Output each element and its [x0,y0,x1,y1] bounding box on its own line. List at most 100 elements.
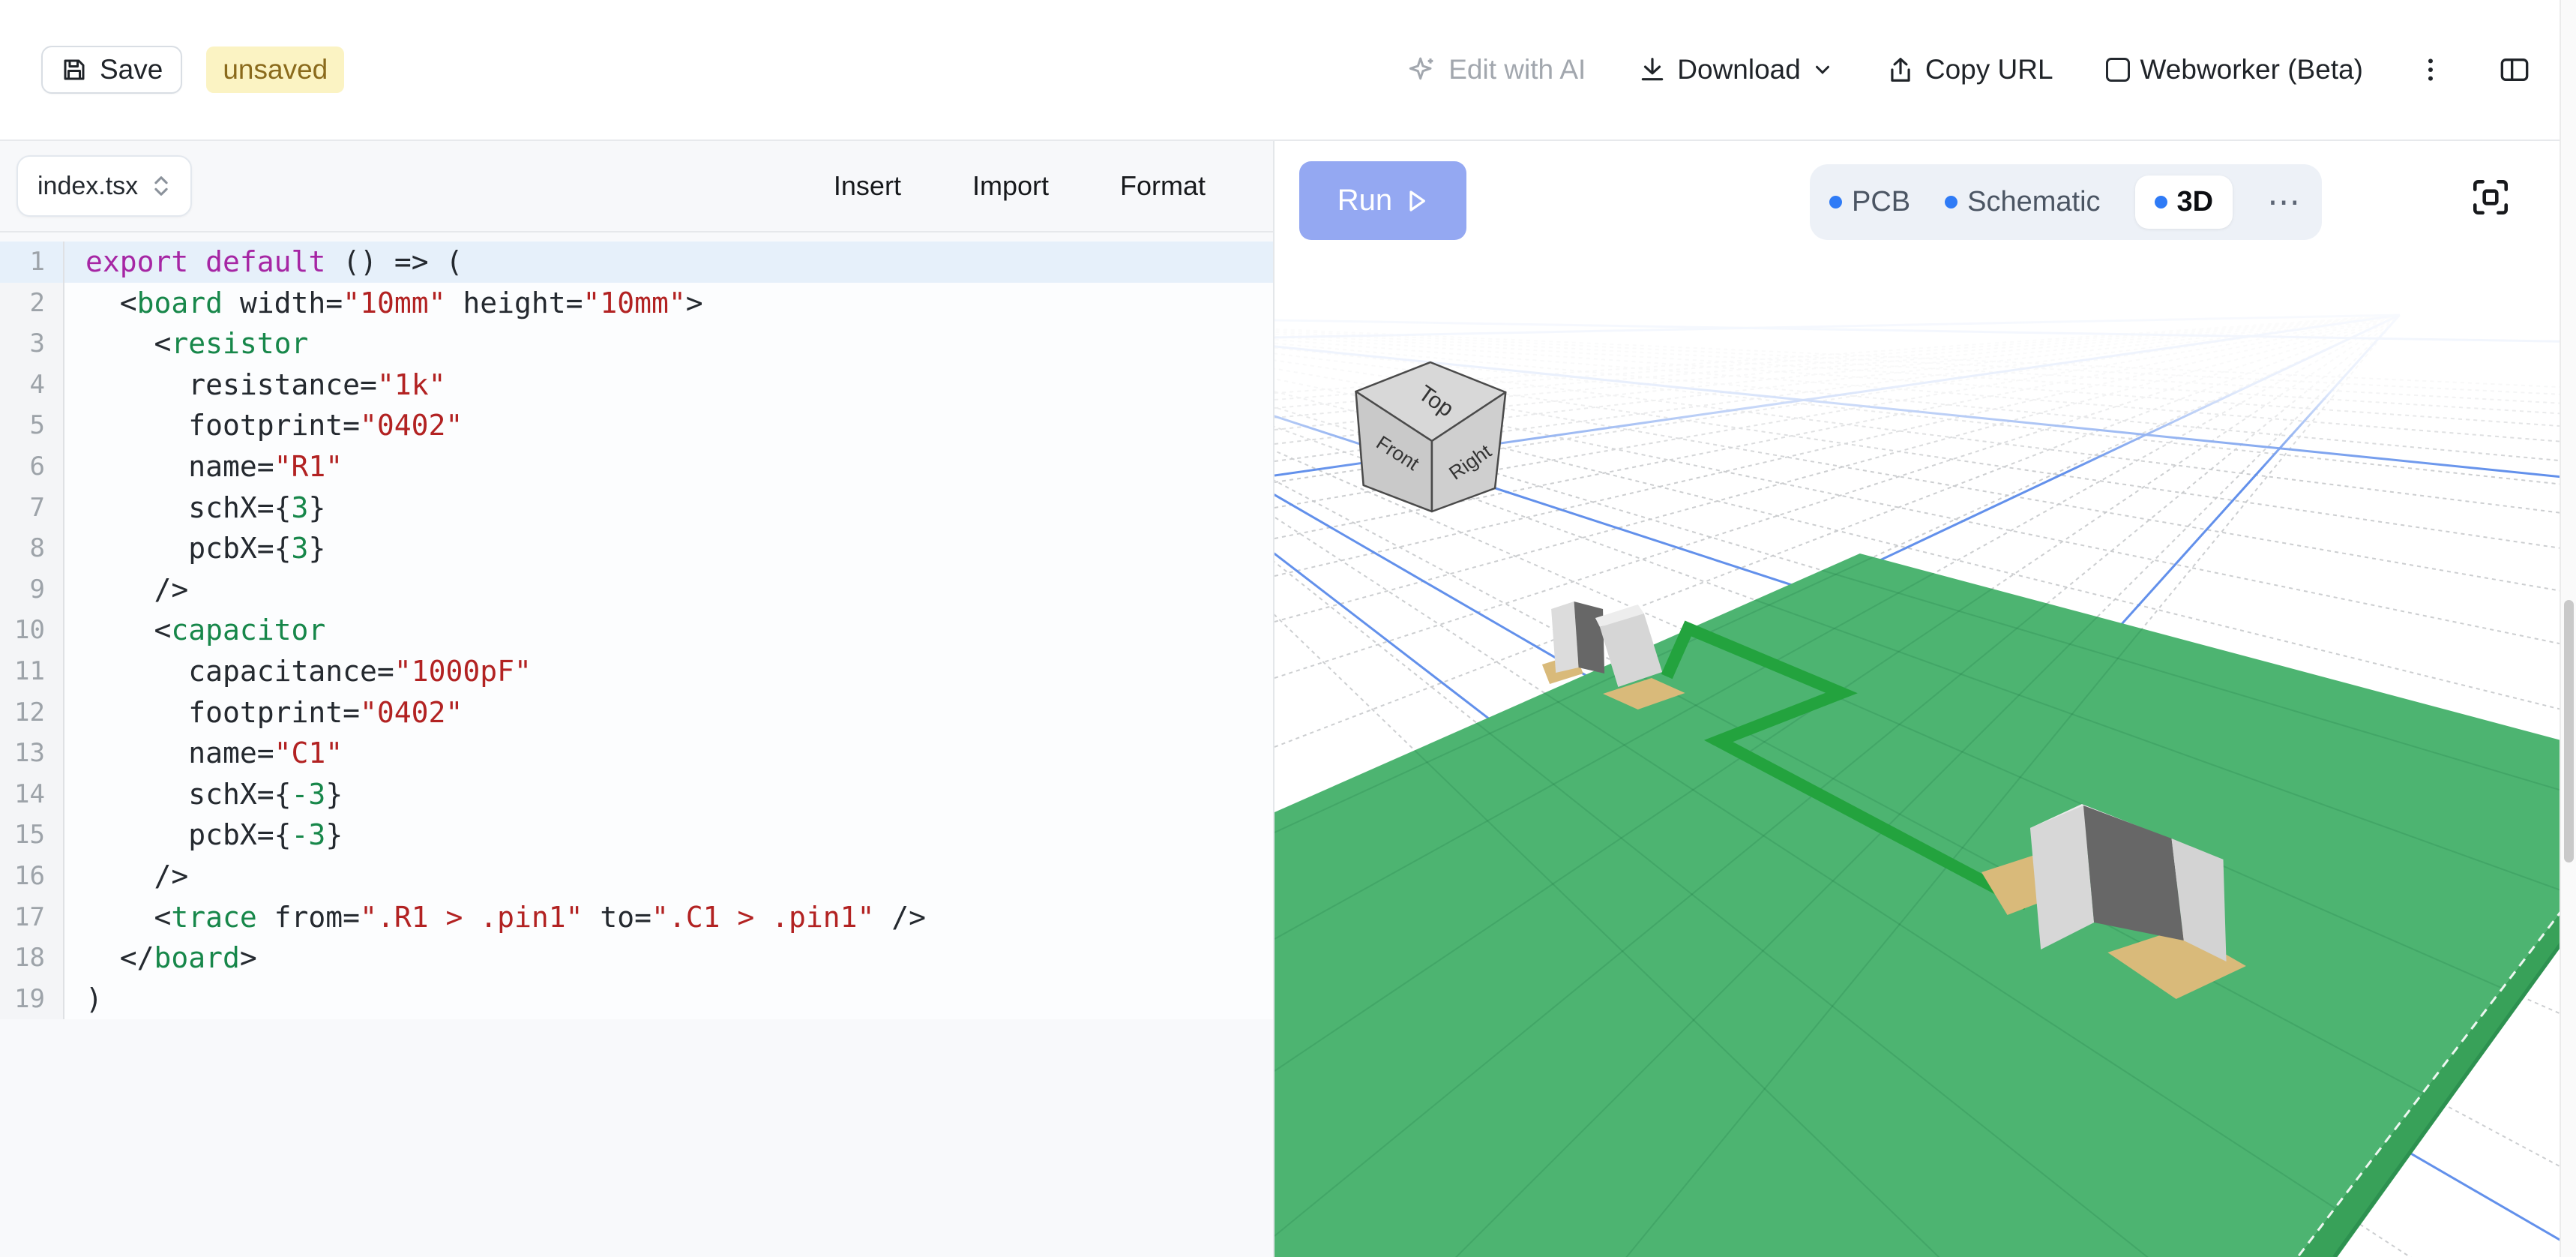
download-icon [1638,56,1667,84]
line-number: 2 [0,283,64,324]
code-line[interactable]: 10 <capacitor [0,610,1273,651]
line-content: <resistor [64,323,1273,364]
line-content: pcbX={3} [64,528,1273,569]
download-button[interactable]: Download [1638,54,1834,86]
line-number: 13 [0,733,64,774]
edit-with-ai-button[interactable]: Edit with AI [1408,54,1586,86]
webworker-toggle[interactable]: Webworker (Beta) [2106,54,2363,86]
code-line[interactable]: 9 /> [0,569,1273,610]
top-toolbar: Save unsaved Edit with AI [0,0,2576,141]
save-button-label: Save [100,54,163,86]
file-name: index.tsx [37,172,138,201]
code-area[interactable]: 1export default () => (2 <board width="1… [0,232,1273,1257]
code-line[interactable]: 3 <resistor [0,323,1273,364]
r1-body [1574,602,1605,674]
editor-header: index.tsx Insert Import Format [0,141,1273,232]
line-content: footprint="0402" [64,405,1273,446]
unsaved-status-badge: unsaved [206,46,344,93]
line-number: 8 [0,528,64,569]
view-tabs: PCB Schematic 3D ⋯ [1810,164,2322,240]
code-line[interactable]: 4 resistance="1k" [0,364,1273,406]
code-line[interactable]: 13 name="C1" [0,733,1273,774]
line-number: 18 [0,938,64,979]
main-split: index.tsx Insert Import Format 1export d… [0,141,2576,1257]
line-content: /> [64,569,1273,610]
line-content: <board width="10mm" height="10mm"> [64,283,1273,324]
copy-url-label: Copy URL [1925,54,2053,86]
line-content: ) [64,979,1273,1020]
webworker-checkbox[interactable] [2106,58,2130,82]
fullscreen-button[interactable] [2469,176,2512,219]
save-icon [61,56,88,83]
line-number: 16 [0,856,64,897]
line-number: 12 [0,692,64,734]
line-content: footprint="0402" [64,692,1273,734]
line-number: 14 [0,774,64,815]
code-editor-panel: index.tsx Insert Import Format 1export d… [0,141,1275,1257]
toggle-sidebar-button[interactable] [2498,55,2531,85]
copy-url-button[interactable]: Copy URL [1886,54,2053,86]
file-selector[interactable]: index.tsx [16,155,192,217]
webworker-label: Webworker (Beta) [2140,54,2363,86]
line-content: name="R1" [64,446,1273,488]
orientation-nav-cube[interactable]: Top Front Right [1356,362,1506,512]
tab-schematic-label: Schematic [1967,186,2100,218]
line-content: schX={-3} [64,774,1273,815]
line-number: 9 [0,569,64,610]
format-button[interactable]: Format [1120,170,1206,202]
pcb-3d-viewport[interactable]: Top Front Right [1275,141,2576,1257]
code-line[interactable]: 15 pcbX={-3} [0,814,1273,856]
code-line[interactable]: 11 capacitance="1000pF" [0,651,1273,692]
line-number: 11 [0,651,64,692]
run-button[interactable]: Run [1299,161,1466,240]
code-line[interactable]: 14 schX={-3} [0,774,1273,815]
kebab-menu-icon [2416,55,2446,85]
code-line[interactable]: 6 name="R1" [0,446,1273,488]
sidebar-panel-icon [2498,55,2531,85]
scrollbar-thumb[interactable] [2564,600,2574,862]
code-line[interactable]: 18 </board> [0,938,1273,979]
line-number: 6 [0,446,64,488]
tab-schematic[interactable]: Schematic [1945,186,2100,218]
tab-3d[interactable]: 3D [2135,176,2233,229]
code-line[interactable]: 2 <board width="10mm" height="10mm"> [0,283,1273,324]
code-line[interactable]: 7 schX={3} [0,488,1273,529]
chevron-down-icon [1811,58,1834,81]
import-button[interactable]: Import [972,170,1049,202]
line-content: <trace from=".R1 > .pin1" to=".C1 > .pin… [64,897,1273,938]
code-line[interactable]: 19) [0,979,1273,1020]
pcb-dot-icon [1829,196,1842,208]
insert-button[interactable]: Insert [834,170,901,202]
line-number: 7 [0,488,64,529]
code-line[interactable]: 1export default () => ( [0,242,1273,283]
edit-with-ai-label: Edit with AI [1448,54,1586,86]
code-line[interactable]: 12 footprint="0402" [0,692,1273,734]
tabs-overflow-button[interactable]: ⋯ [2267,183,2302,221]
line-number: 15 [0,814,64,856]
save-button[interactable]: Save [41,46,182,94]
sparkles-icon [1408,55,1438,85]
run-label: Run [1337,184,1392,218]
line-content: /> [64,856,1273,897]
code-line[interactable]: 16 /> [0,856,1273,897]
window-scrollbar[interactable] [2560,0,2576,1257]
line-content: name="C1" [64,733,1273,774]
line-number: 19 [0,979,64,1020]
line-number: 4 [0,364,64,406]
tab-pcb[interactable]: PCB [1829,186,1910,218]
code-line[interactable]: 8 pcbX={3} [0,528,1273,569]
fullscreen-icon [2469,176,2512,219]
more-options-button[interactable] [2416,55,2446,85]
app-window: Save unsaved Edit with AI [0,0,2576,1257]
line-content: export default () => ( [64,242,1273,283]
share-icon [1886,56,1915,84]
code-line[interactable]: 17 <trace from=".R1 > .pin1" to=".C1 > .… [0,897,1273,938]
line-content: capacitance="1000pF" [64,651,1273,692]
toolbar-left-group: Save unsaved [41,46,344,94]
preview-panel: Top Front Right Run PCB Sche [1275,141,2576,1257]
tab-3d-label: 3D [2177,186,2214,218]
play-icon [1406,189,1428,213]
code-line[interactable]: 5 footprint="0402" [0,405,1273,446]
tab-pcb-label: PCB [1852,186,1910,218]
line-content: schX={3} [64,488,1273,529]
